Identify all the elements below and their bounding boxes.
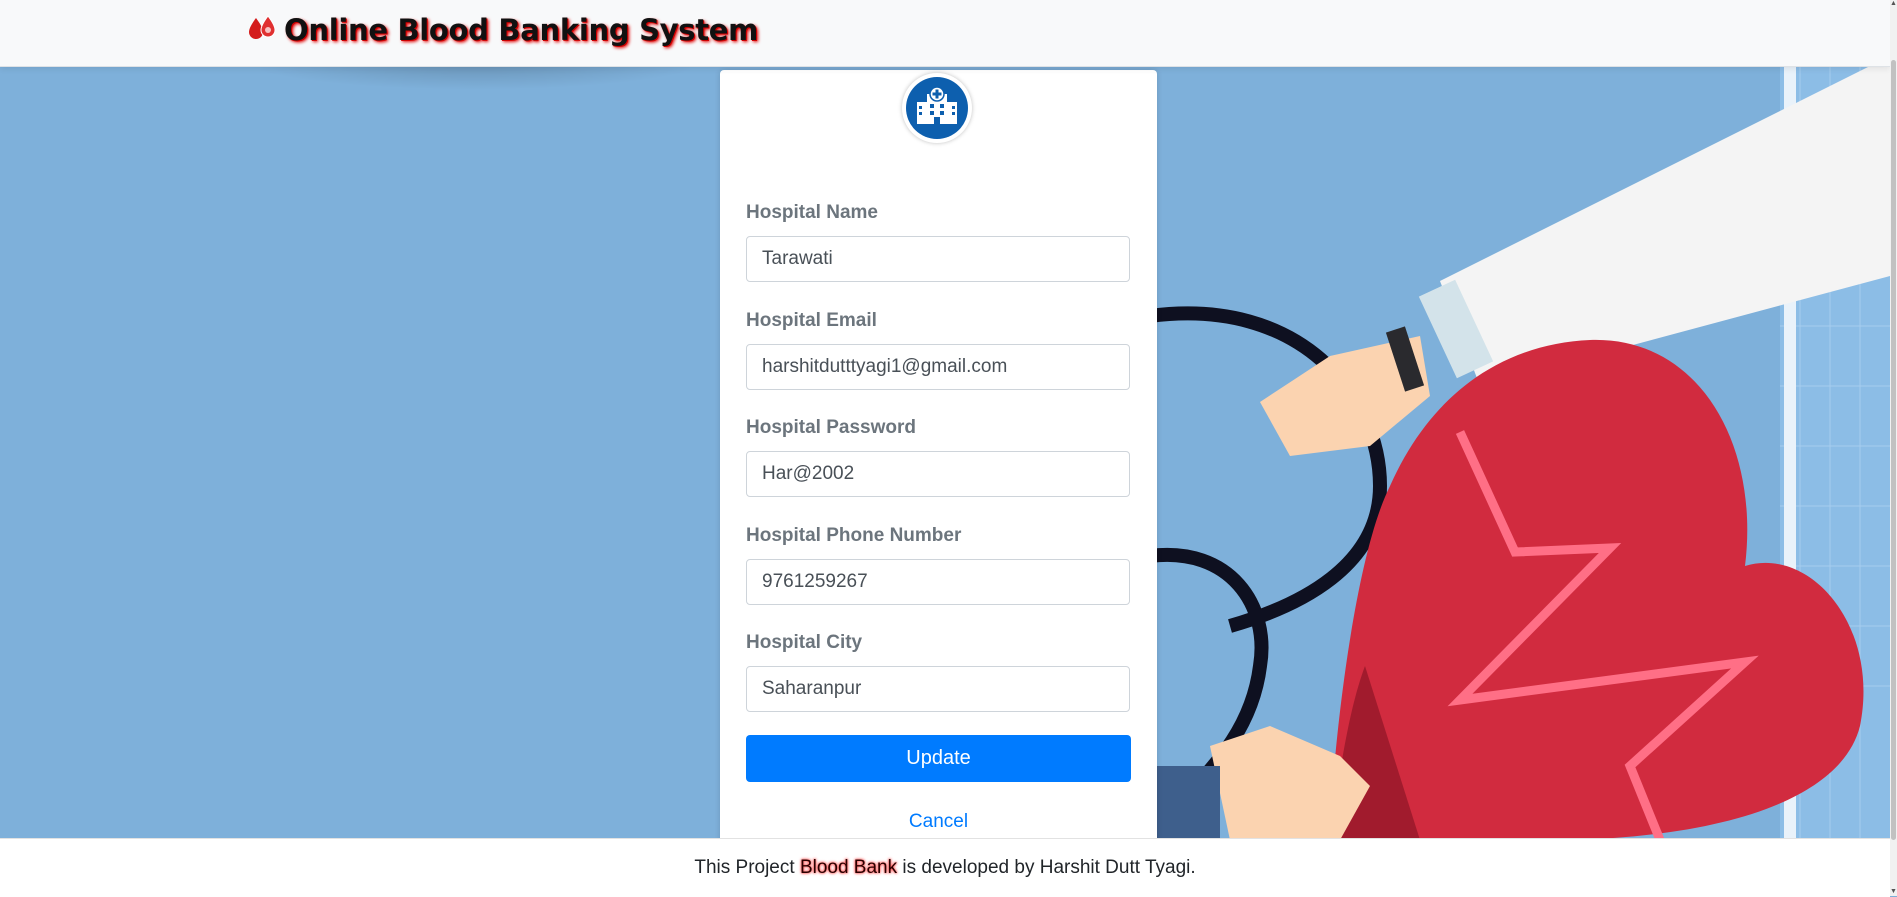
footer-text-suffix: is developed by Harshit Dutt Tyagi. — [897, 857, 1196, 878]
footer-text-prefix: This Project — [694, 857, 800, 878]
hospital-building-icon — [915, 85, 959, 131]
blood-drops-icon — [246, 14, 280, 47]
scroll-down-arrow-icon[interactable]: ▼ — [1890, 888, 1897, 896]
footer-highlight: Blood Bank — [799, 857, 898, 878]
navbar: Online Blood Banking System — [0, 0, 1890, 67]
hospital-city-label: Hospital City — [746, 632, 863, 653]
page-scrollbar[interactable]: ▲ ▼ — [1890, 0, 1897, 896]
hospital-name-label: Hospital Name — [746, 202, 878, 223]
hospital-phone-label: Hospital Phone Number — [746, 525, 962, 546]
footer: This Project Blood Bank is developed by … — [0, 838, 1890, 897]
hospital-password-label: Hospital Password — [746, 417, 916, 438]
scroll-thumb[interactable] — [1891, 60, 1896, 840]
update-button[interactable]: Update — [746, 735, 1131, 782]
hospital-email-input[interactable] — [746, 344, 1130, 390]
hospital-password-input[interactable] — [746, 451, 1130, 497]
site-title: Online Blood Banking System — [284, 13, 759, 47]
cancel-link[interactable]: Cancel — [720, 811, 1157, 833]
hospital-phone-input[interactable] — [746, 559, 1130, 605]
scroll-up-arrow-icon[interactable]: ▲ — [1890, 0, 1897, 8]
hospital-avatar — [902, 73, 972, 143]
hospital-email-label: Hospital Email — [746, 310, 877, 331]
hospital-name-input[interactable] — [746, 236, 1130, 282]
brand-link[interactable]: Online Blood Banking System — [246, 10, 758, 50]
hospital-city-input[interactable] — [746, 666, 1130, 712]
hospital-update-card: Hospital Name Hospital Email Hospital Pa… — [720, 70, 1157, 850]
